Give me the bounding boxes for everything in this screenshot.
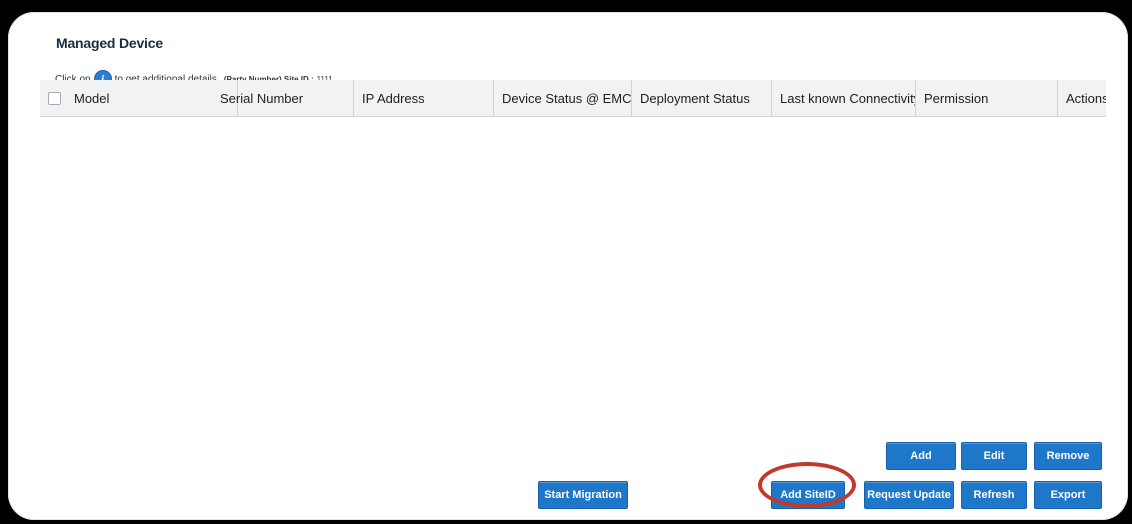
start-migration-button[interactable]: Start Migration: [538, 481, 628, 509]
select-all-checkbox[interactable]: [48, 92, 61, 105]
panel-title: Managed Device: [56, 35, 163, 51]
add-button[interactable]: Add: [886, 442, 956, 470]
edit-button[interactable]: Edit: [961, 442, 1027, 470]
column-header-permission[interactable]: Permission: [916, 80, 1058, 116]
column-header-deployment-status[interactable]: Deployment Status: [632, 80, 772, 116]
remove-button[interactable]: Remove: [1034, 442, 1102, 470]
column-header-last-known-connectivity[interactable]: Last known Connectivity: [772, 80, 916, 116]
column-header-ip-address[interactable]: IP Address: [354, 80, 494, 116]
column-header-device-status[interactable]: Device Status @ EMC: [494, 80, 632, 116]
column-header-actions[interactable]: Actions: [1058, 80, 1106, 116]
table-header: Model Serial Number IP Address Device St…: [40, 80, 1106, 117]
column-header-serial-number[interactable]: Serial Number: [212, 80, 354, 116]
export-button[interactable]: Export: [1034, 481, 1102, 509]
request-update-button[interactable]: Request Update: [864, 481, 954, 509]
highlight-ring: [758, 462, 856, 508]
refresh-button[interactable]: Refresh: [961, 481, 1027, 509]
